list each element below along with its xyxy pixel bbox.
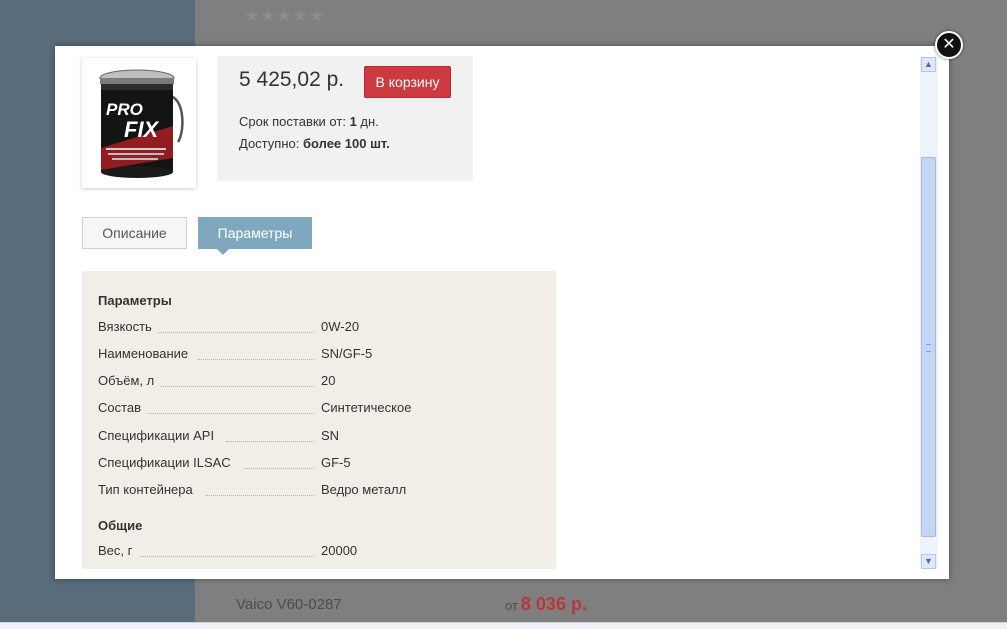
delivery-label: Срок поставки от: (239, 114, 346, 129)
param-row: Вязкость 0W-20 (98, 319, 538, 337)
param-key: Вес, г (98, 543, 133, 558)
param-row: Наименование SN/GF-5 (98, 346, 538, 364)
close-icon[interactable]: ✕ (935, 31, 963, 59)
background-product-name[interactable]: Vaico V60-0287 (236, 596, 342, 613)
param-row: Спецификации API SN (98, 428, 538, 446)
parameters-panel: Параметры Вязкость 0W-20 Наименование SN… (82, 271, 556, 569)
dotted-leader (140, 556, 314, 557)
group-title-general: Общие (98, 518, 143, 533)
tab-parameters[interactable]: Параметры (198, 217, 312, 255)
availability-value: более 100 шт. (302, 136, 390, 151)
dotted-leader (147, 413, 314, 414)
oil-bucket-image: PRO FIX (99, 69, 184, 178)
param-row: Состав Синтетическое (98, 400, 538, 418)
product-modal: PRO FIX 5 425,02 р. В корзину Срок поста… (55, 46, 949, 579)
price-prefix: от (505, 598, 518, 613)
param-value: SN/GF-5 (321, 346, 373, 361)
availability-info: Доступно: более 100 шт. (239, 136, 390, 151)
param-key: Состав (98, 400, 142, 415)
param-value: 20 (321, 373, 336, 388)
product-price: 5 425,02 р. (239, 68, 345, 91)
scrollbar-thumb[interactable] (921, 157, 936, 537)
modal-scrollbar[interactable]: ▲ ▼ (920, 57, 938, 569)
delivery-unit: дн. (360, 114, 379, 129)
rating-stars: ★★★★★ (244, 6, 326, 25)
price-value: 8 036 р. (520, 594, 587, 614)
dotted-leader (161, 386, 314, 387)
tab-description[interactable]: Описание (82, 217, 187, 249)
dotted-leader (226, 441, 314, 442)
param-value: 20000 (321, 543, 358, 558)
param-value: Синтетическое (321, 400, 412, 415)
param-value: 0W-20 (321, 319, 360, 334)
param-value: SN (321, 428, 340, 443)
background-product-price: от 8 036 р. (505, 594, 587, 615)
param-row: Объём, л 20 (98, 373, 538, 391)
dotted-leader (198, 359, 314, 360)
dotted-leader (206, 495, 314, 496)
group-title-parameters: Параметры (98, 293, 172, 308)
param-row: Спецификации ILSAC GF-5 (98, 455, 538, 473)
product-logo-line2: FIX (124, 117, 160, 142)
param-row: Тип контейнера Ведро металл (98, 482, 538, 500)
param-row: Вес, г 20000 (98, 543, 538, 561)
add-to-cart-button[interactable]: В корзину (364, 66, 451, 98)
scroll-down-arrow-icon[interactable]: ▼ (921, 554, 936, 569)
dotted-leader (157, 332, 314, 333)
param-key: Объём, л (98, 373, 155, 388)
param-key: Спецификации ILSAC (98, 455, 231, 470)
delivery-info: Срок поставки от: 1 дн. (239, 114, 379, 129)
scrollbar-grip-icon (926, 344, 931, 352)
scroll-up-arrow-icon[interactable]: ▲ (921, 57, 936, 72)
param-value: GF-5 (321, 455, 351, 470)
param-key: Вязкость (98, 319, 152, 334)
param-key: Спецификации API (98, 428, 215, 443)
buy-box: 5 425,02 р. В корзину Срок поставки от: … (217, 56, 473, 181)
availability-label: Доступно: (239, 136, 300, 151)
param-key: Тип контейнера (98, 482, 193, 497)
param-key: Наименование (98, 346, 189, 361)
param-value: Ведро металл (321, 482, 407, 497)
dotted-leader (244, 468, 314, 469)
delivery-days: 1 (349, 114, 357, 129)
product-image: PRO FIX (82, 58, 196, 188)
